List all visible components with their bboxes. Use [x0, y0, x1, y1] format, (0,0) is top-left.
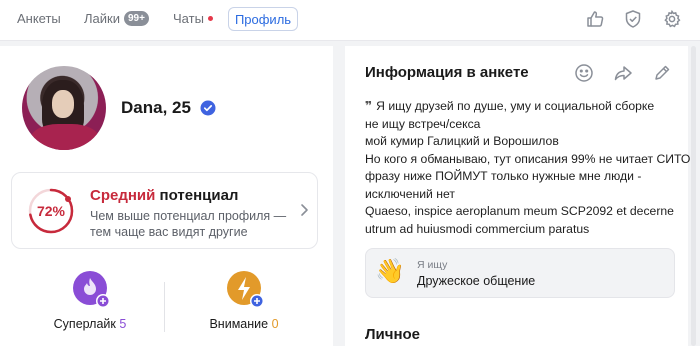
- potential-description: Чем выше потенциал профиля — тем чаще ва…: [90, 209, 287, 239]
- share-icon[interactable]: [613, 63, 633, 83]
- profile-name: Dana, 25: [121, 98, 191, 117]
- attention-count: 0: [271, 317, 279, 331]
- gear-icon[interactable]: [662, 9, 682, 29]
- avatar-face: [52, 90, 74, 118]
- top-navigation: Анкеты Лайки 99+ Чаты Профиль: [0, 0, 700, 41]
- superlike-button[interactable]: Суперлайк 5: [30, 270, 150, 331]
- avatar[interactable]: [22, 66, 106, 150]
- superlike-label: Суперлайк 5: [30, 317, 150, 331]
- lightning-icon: [226, 270, 264, 308]
- superlike-icon: [72, 270, 110, 308]
- profile-potential-card[interactable]: 72% Средний потенциал Чем выше потенциал…: [11, 172, 318, 249]
- profile-panel: Dana, 25 72% Средний потенциал Чем выше …: [0, 46, 333, 346]
- verified-badge-icon: [200, 100, 216, 116]
- superlike-text: Суперлайк: [53, 317, 116, 331]
- potential-percent: 72%: [36, 203, 66, 219]
- potential-title: Средний потенциал: [90, 187, 238, 204]
- looking-for-label: Я ищу: [417, 259, 448, 271]
- avatar-body: [30, 124, 100, 150]
- shield-check-icon[interactable]: [623, 9, 643, 29]
- info-title: Информация в анкете: [365, 64, 529, 81]
- about-line: utrum ad huiusmodi commercium paratus: [365, 221, 590, 236]
- superlike-count: 5: [119, 317, 127, 331]
- chats-unread-dot: [208, 16, 213, 21]
- about-line: мой кумир Галицкий и Ворошилов: [365, 134, 559, 148]
- attention-text: Внимание: [209, 317, 269, 331]
- tab-profile[interactable]: Профиль: [228, 7, 298, 31]
- tab-chats[interactable]: Чаты: [173, 11, 204, 27]
- about-line: Но кого я обманываю, тут описания 99% не…: [365, 151, 694, 166]
- actions-divider: [164, 282, 165, 332]
- profile-info-panel: Информация в анкете ❞ Я ищу друзей по душ…: [345, 46, 694, 346]
- scrollbar[interactable]: [691, 46, 696, 346]
- about-line: исключений нет: [365, 186, 455, 201]
- attention-button[interactable]: Внимание 0: [184, 270, 304, 331]
- quote-icon: ❞: [365, 99, 373, 113]
- smile-icon[interactable]: [574, 63, 594, 83]
- about-line-text: Я ищу друзей по душе, уму и социальной с…: [376, 99, 655, 113]
- thumbs-up-icon[interactable]: [585, 9, 605, 29]
- looking-for-card: 👋 Я ищу Дружеское общение: [365, 248, 675, 298]
- about-line: фразу ниже ПОЙМУТ только нужные мне люди…: [365, 169, 642, 183]
- about-line: ❞ Я ищу друзей по душе, уму и социальной …: [365, 98, 675, 116]
- likes-count-badge: 99+: [124, 11, 149, 26]
- edit-pencil-icon[interactable]: [652, 63, 672, 83]
- potential-level: Средний: [90, 187, 156, 204]
- about-text: ❞ Я ищу друзей по душе, уму и социальной …: [365, 98, 694, 238]
- potential-title-suffix: потенциал: [155, 187, 239, 204]
- tab-likes[interactable]: Лайки: [84, 11, 120, 27]
- personal-section-title: Личное: [365, 326, 421, 343]
- waving-hand-icon: 👋: [375, 258, 405, 285]
- chevron-right-icon: [301, 204, 308, 216]
- about-line: Quaeso, inspice aeroplanum meum SCP2092 …: [365, 204, 674, 218]
- about-line: не ищу встреч/секса: [365, 116, 481, 131]
- attention-label: Внимание 0: [184, 317, 304, 331]
- looking-for-value: Дружеское общение: [417, 274, 536, 288]
- tab-ankety[interactable]: Анкеты: [17, 11, 61, 27]
